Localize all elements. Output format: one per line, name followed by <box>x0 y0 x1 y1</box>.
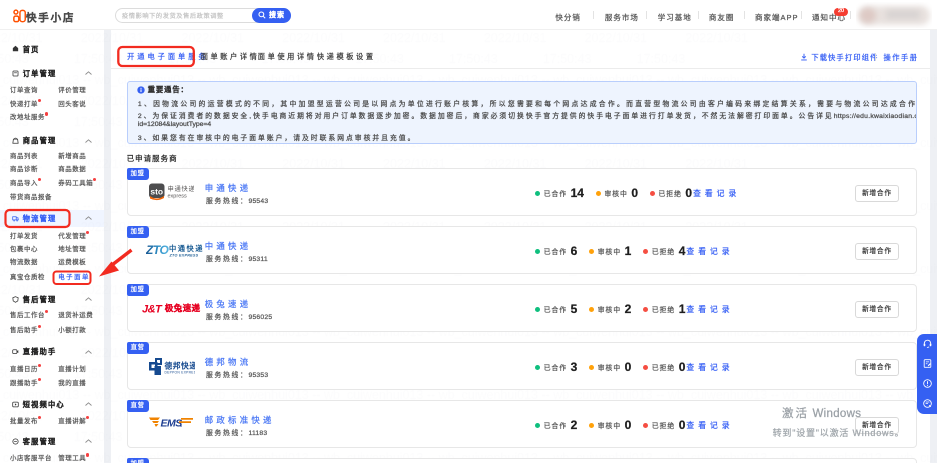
svg-text:中通快递: 中通快递 <box>169 244 204 253</box>
svg-text:DEPPON EXPRESS: DEPPON EXPRESS <box>164 371 195 375</box>
svg-text:ZTO EXPRESS: ZTO EXPRESS <box>169 254 199 258</box>
svg-text:德邦快递: 德邦快递 <box>163 361 195 371</box>
svg-text:J&T: J&T <box>142 303 163 315</box>
svg-text:EMS: EMS <box>160 418 182 429</box>
svg-text:申通快递: 申通快递 <box>167 184 194 193</box>
svg-text:sto: sto <box>150 186 163 196</box>
svg-text:ZTO: ZTO <box>146 243 169 257</box>
svg-text:express: express <box>167 193 187 199</box>
